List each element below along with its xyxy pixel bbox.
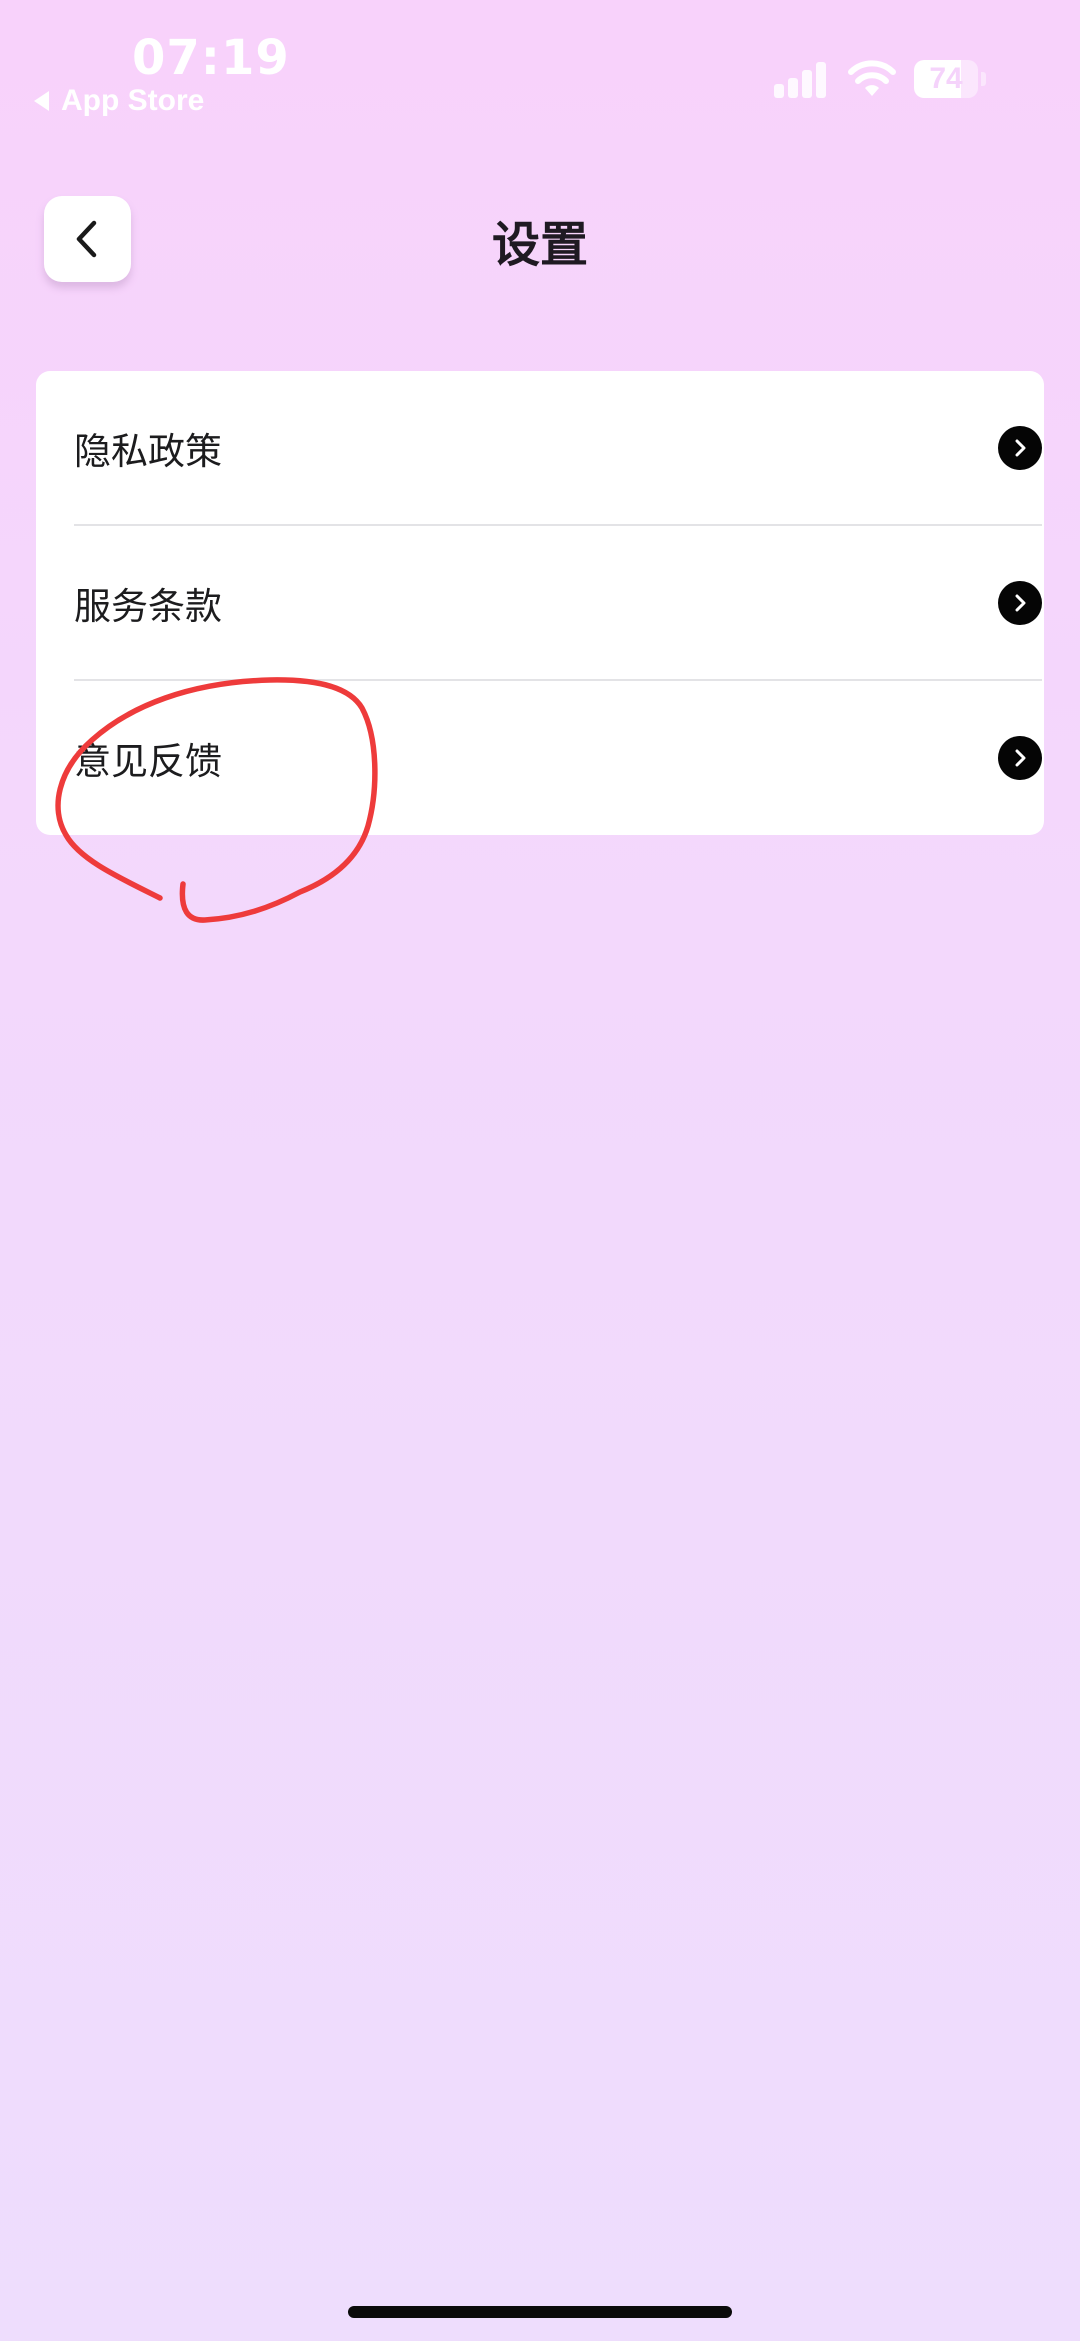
wifi-icon bbox=[848, 60, 896, 96]
battery-percent: 74 bbox=[929, 62, 963, 95]
annotation-circle bbox=[55, 677, 378, 923]
status-bar: 07:19 App Store 74 bbox=[0, 0, 1080, 130]
battery-icon: 74 bbox=[914, 60, 986, 98]
cellular-signal-icon bbox=[774, 62, 826, 98]
back-to-app-store-link[interactable]: App Store bbox=[34, 84, 204, 118]
settings-item-feedback[interactable]: 意见反馈 bbox=[74, 681, 1042, 835]
status-time: 07:19 bbox=[132, 30, 290, 86]
settings-card: 隐私政策 服务条款 意见反馈 bbox=[36, 371, 1044, 835]
chevron-right-circle-icon bbox=[998, 581, 1042, 625]
back-app-label: App Store bbox=[61, 84, 205, 117]
home-indicator[interactable] bbox=[348, 2306, 732, 2318]
battery-cap bbox=[981, 72, 986, 86]
settings-item-label: 服务条款 bbox=[74, 585, 222, 628]
chevron-right-circle-icon bbox=[998, 736, 1042, 780]
back-triangle-icon bbox=[34, 91, 49, 111]
chevron-right-circle-icon bbox=[998, 426, 1042, 470]
page-title: 设置 bbox=[491, 217, 588, 273]
battery-body: 74 bbox=[914, 60, 978, 98]
settings-item-label: 意见反馈 bbox=[74, 740, 222, 783]
settings-item-privacy-policy[interactable]: 隐私政策 bbox=[74, 371, 1042, 525]
settings-item-terms-of-service[interactable]: 服务条款 bbox=[74, 526, 1042, 680]
settings-item-label: 隐私政策 bbox=[74, 430, 222, 473]
